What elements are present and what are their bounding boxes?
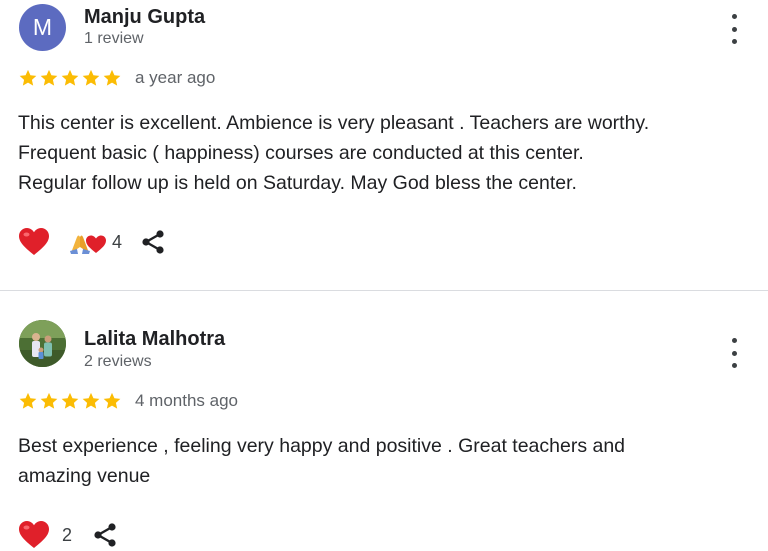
star-icon xyxy=(40,392,58,409)
star-icon xyxy=(82,392,100,409)
like-button[interactable] xyxy=(18,227,50,257)
review-actions: 4 xyxy=(18,227,166,257)
review-time: 4 months ago xyxy=(135,391,239,410)
review-time: a year ago xyxy=(135,68,216,87)
praying-hands-heart-icon xyxy=(70,235,106,254)
star-icon xyxy=(61,392,79,409)
reaction-count: 4 xyxy=(112,231,123,252)
star-icon xyxy=(19,69,37,86)
star-rating xyxy=(18,68,123,88)
more-options-button[interactable] xyxy=(722,14,746,44)
review-text-line: Best experience , feeling very happy and… xyxy=(18,435,626,457)
more-options-button[interactable] xyxy=(722,338,746,368)
divider xyxy=(0,290,768,291)
like-button[interactable]: 2 xyxy=(18,520,72,550)
review-card: Lalita Malhotra 2 reviews 4 months ago B… xyxy=(0,292,768,551)
star-icon xyxy=(61,69,79,86)
reviewer-name[interactable]: Manju Gupta xyxy=(84,6,205,29)
avatar[interactable] xyxy=(19,320,66,367)
share-icon[interactable] xyxy=(140,229,166,255)
review-text-line: Regular follow up is held on Saturday. M… xyxy=(18,172,577,194)
reaction-button[interactable]: 4 xyxy=(68,229,122,255)
heart-icon xyxy=(19,228,49,255)
review-actions: 2 xyxy=(18,520,118,550)
review-text-line: amazing venue xyxy=(18,465,151,487)
rating-row: a year ago xyxy=(18,68,215,88)
share-icon[interactable] xyxy=(92,522,118,548)
star-icon xyxy=(82,69,100,86)
reviewer-name[interactable]: Lalita Malhotra xyxy=(84,328,225,351)
star-rating xyxy=(18,391,123,411)
review-card: M Manju Gupta 1 review a year ago This c… xyxy=(0,0,768,290)
avatar-letter: M xyxy=(32,14,53,40)
star-icon xyxy=(103,392,121,409)
review-text-line: Frequent basic ( happiness) courses are … xyxy=(18,142,584,164)
avatar-photo xyxy=(19,320,66,367)
star-icon xyxy=(19,392,37,409)
star-icon xyxy=(40,69,58,86)
reviewer-review-count[interactable]: 1 review xyxy=(84,30,144,48)
heart-icon xyxy=(19,521,49,548)
star-icon xyxy=(103,69,121,86)
review-text: Best experience , feeling very happy and… xyxy=(18,431,738,491)
review-text: This center is excellent. Ambience is ve… xyxy=(18,108,738,198)
reviewer-review-count[interactable]: 2 reviews xyxy=(84,353,152,371)
review-text-line: This center is excellent. Ambience is ve… xyxy=(18,112,650,134)
more-vert-icon xyxy=(731,338,737,343)
reaction-count: 2 xyxy=(62,524,73,545)
more-vert-icon xyxy=(731,14,737,19)
avatar[interactable]: M xyxy=(19,4,66,51)
rating-row: 4 months ago xyxy=(18,391,238,411)
